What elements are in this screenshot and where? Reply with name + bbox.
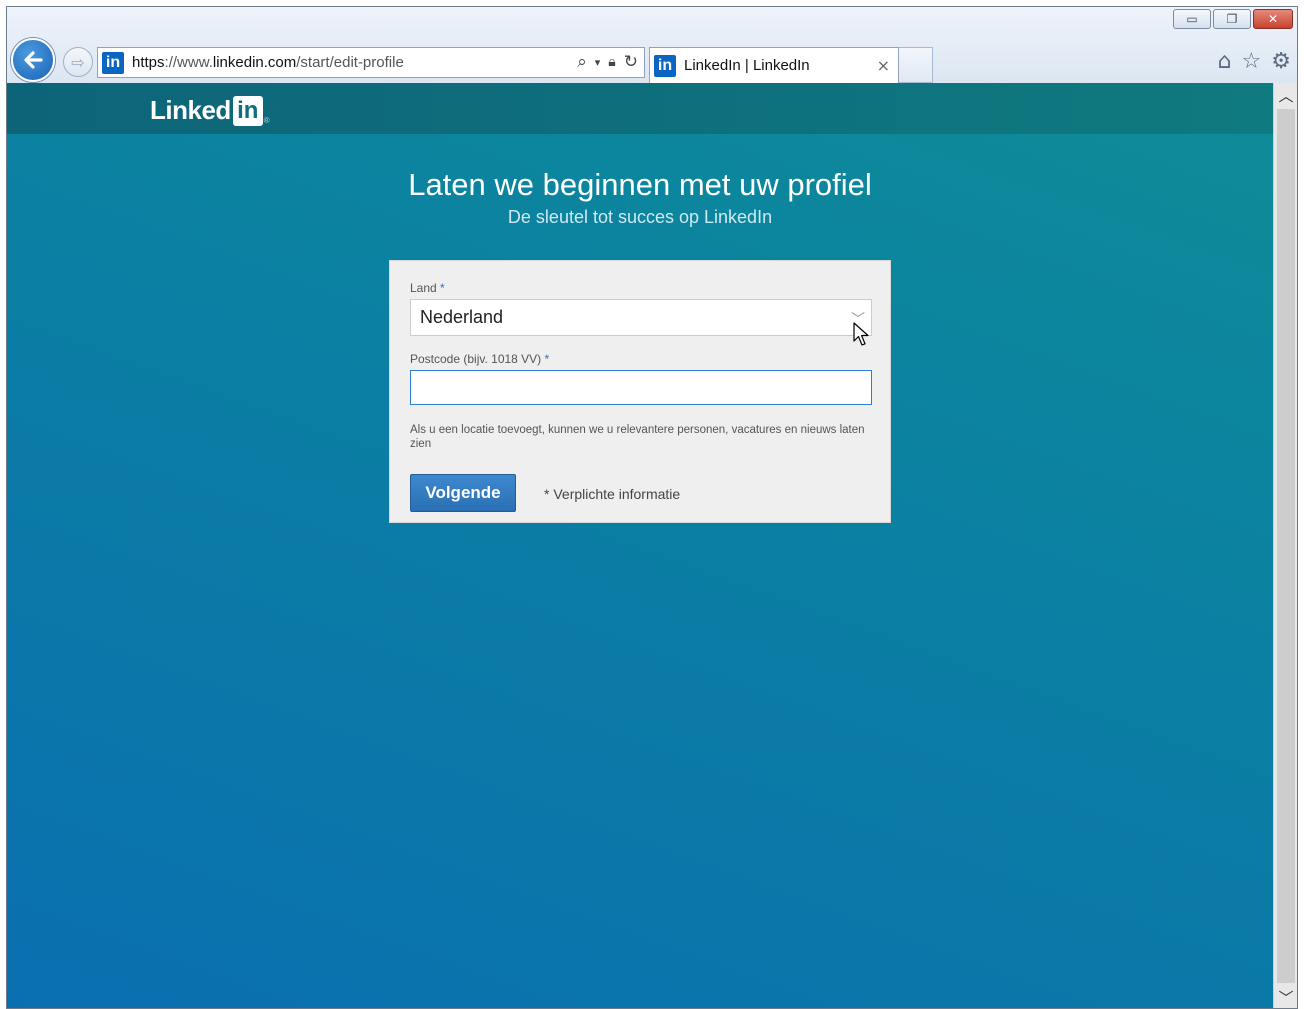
address-url[interactable]: https://www.linkedin.com/start/edit-prof…	[132, 54, 404, 71]
logo-registered-mark: ®	[263, 116, 270, 125]
linkedin-header: Linked in ®	[7, 83, 1273, 134]
dropdown-arrow-icon[interactable]: ▾	[595, 56, 601, 72]
profile-form-card: Land * Nederland ﹀ Postcode (bijv. 1018 …	[389, 260, 891, 523]
tab-title: LinkedIn | LinkedIn	[684, 57, 810, 74]
back-button[interactable]	[11, 38, 55, 82]
logo-wordmark: Linked	[150, 95, 231, 125]
site-favicon-icon: in	[102, 51, 124, 74]
lock-icon[interactable]: 🔒︎	[608, 54, 615, 72]
settings-gear-icon[interactable]: ⚙	[1271, 49, 1291, 74]
required-mark: *	[440, 281, 445, 295]
mouse-cursor-icon	[853, 322, 869, 346]
favorites-star-icon[interactable]: ☆	[1242, 49, 1262, 74]
address-bar-icons: ⌕ ▾ 🔒︎ ↻	[577, 52, 638, 72]
browser-chrome: ▭ ❐ ✕ ⇨ in https://www.linkedin.com/star…	[7, 7, 1297, 83]
search-icon[interactable]: ⌕	[577, 52, 587, 72]
tab-favicon-icon: in	[654, 54, 676, 77]
location-help-text: Als u een locatie toevoegt, kunnen we u …	[410, 424, 865, 450]
new-tab-button[interactable]	[899, 47, 933, 83]
browser-window: ▭ ❐ ✕ ⇨ in https://www.linkedin.com/star…	[6, 6, 1298, 1009]
scroll-down-icon[interactable]: ﹀	[1274, 985, 1297, 1008]
country-label: Land *	[410, 281, 445, 295]
scroll-up-icon[interactable]: ︿	[1274, 83, 1297, 107]
vertical-scrollbar[interactable]: ︿ ﹀	[1273, 83, 1297, 1008]
next-button[interactable]: Volgende	[410, 474, 516, 512]
minimize-button[interactable]: ▭	[1173, 9, 1211, 29]
forward-button[interactable]: ⇨	[63, 47, 93, 77]
country-value: Nederland	[420, 307, 504, 327]
linkedin-logo[interactable]: Linked in ®	[150, 95, 270, 126]
forward-arrow-icon: ⇨	[71, 52, 85, 72]
back-arrow-icon	[24, 51, 43, 69]
close-window-button[interactable]: ✕	[1253, 9, 1293, 29]
page-subtitle: De sleutel tot succes op LinkedIn	[507, 207, 773, 227]
required-mark: *	[544, 352, 550, 366]
page-title: Laten we beginnen met uw profiel	[408, 167, 872, 202]
postcode-label: Postcode (bijv. 1018 VV) *	[410, 352, 550, 366]
address-bar[interactable]: in https://www.linkedin.com/start/edit-p…	[97, 47, 645, 78]
tab-linkedin[interactable]: in LinkedIn | LinkedIn ×	[649, 47, 899, 83]
restore-button[interactable]: ❐	[1213, 9, 1251, 29]
toolbar-icons: ⌂ ☆ ⚙	[1218, 49, 1291, 74]
postcode-input[interactable]	[410, 370, 872, 405]
country-select[interactable]: Nederland ﹀	[410, 299, 872, 336]
scrollbar-thumb[interactable]	[1277, 109, 1295, 983]
tab-close-icon[interactable]: ×	[877, 56, 890, 75]
page-viewport: Linked in ® Laten we beginnen met uw pro…	[7, 83, 1273, 1008]
window-controls: ▭ ❐ ✕	[1171, 9, 1293, 29]
required-info-note: * Verplichte informatie	[544, 486, 681, 502]
home-icon[interactable]: ⌂	[1218, 49, 1232, 74]
refresh-icon[interactable]: ↻	[624, 52, 638, 72]
logo-in-box: in	[232, 95, 263, 126]
